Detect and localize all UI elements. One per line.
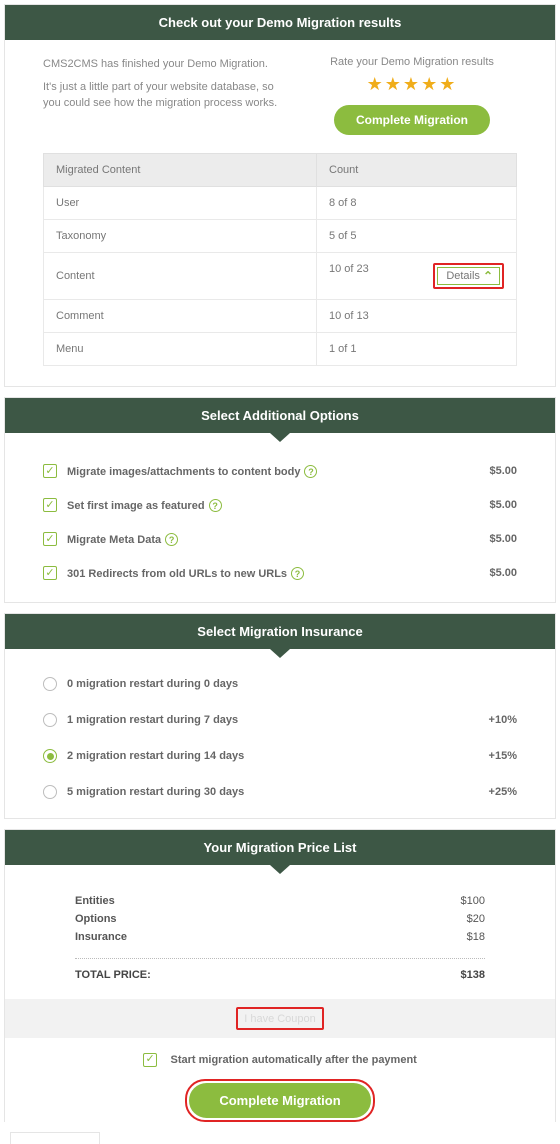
- table-row: Comment 10 of 13: [44, 300, 517, 333]
- price-row: Entities $100: [75, 892, 485, 910]
- options-header: Select Additional Options: [5, 398, 555, 433]
- details-toggle[interactable]: Details ⌃: [437, 267, 500, 285]
- coupon-highlight: I have Coupon: [236, 1007, 324, 1030]
- insurance-panel: Select Migration Insurance 0 migration r…: [4, 613, 556, 819]
- table-row: Content 10 of 23 Details ⌃: [44, 253, 517, 300]
- option-checkbox[interactable]: ✓: [43, 532, 57, 546]
- help-icon[interactable]: ?: [209, 499, 222, 512]
- insurance-radio[interactable]: [43, 713, 57, 727]
- rate-label: Rate your Demo Migration results: [307, 56, 517, 68]
- auto-start-checkbox[interactable]: ✓: [143, 1053, 157, 1067]
- results-description: CMS2CMS has finished your Demo Migration…: [43, 56, 287, 135]
- option-row: ✓ 301 Redirects from old URLs to new URL…: [43, 556, 517, 590]
- pricelist-panel: Your Migration Price List Entities $100 …: [4, 829, 556, 1122]
- coupon-bar: I have Coupon: [5, 999, 555, 1038]
- option-checkbox[interactable]: ✓: [43, 464, 57, 478]
- help-icon[interactable]: ?: [165, 533, 178, 546]
- help-icon[interactable]: ?: [291, 567, 304, 580]
- insurance-radio[interactable]: [43, 749, 57, 763]
- insurance-header: Select Migration Insurance: [5, 614, 555, 649]
- option-row: ✓ Set first image as featured? $5.00: [43, 488, 517, 522]
- complete-migration-top-button[interactable]: Complete Migration: [334, 105, 490, 135]
- option-checkbox[interactable]: ✓: [43, 566, 57, 580]
- options-panel: Select Additional Options ✓ Migrate imag…: [4, 397, 556, 603]
- insurance-row: 2 migration restart during 14 days +15%: [43, 738, 517, 774]
- rating-stars[interactable]: ★★★★★: [307, 74, 517, 95]
- pricelist-header: Your Migration Price List: [5, 830, 555, 865]
- tab-stub: [10, 1132, 100, 1144]
- table-row: User 8 of 8: [44, 187, 517, 220]
- migrated-table: Migrated Content Count User 8 of 8 Taxon…: [43, 153, 517, 366]
- coupon-link[interactable]: I have Coupon: [240, 1012, 320, 1026]
- col-content: Migrated Content: [44, 154, 317, 187]
- chevron-up-icon: ⌃: [483, 269, 493, 283]
- results-panel: Check out your Demo Migration results CM…: [4, 4, 556, 387]
- option-row: ✓ Migrate images/attachments to content …: [43, 454, 517, 488]
- insurance-row: 5 migration restart during 30 days +25%: [43, 774, 517, 810]
- price-row: Options $20: [75, 910, 485, 928]
- table-row: Taxonomy 5 of 5: [44, 220, 517, 253]
- col-count: Count: [317, 154, 517, 187]
- complete-migration-bottom-button[interactable]: Complete Migration: [189, 1083, 370, 1118]
- option-checkbox[interactable]: ✓: [43, 498, 57, 512]
- results-header: Check out your Demo Migration results: [5, 5, 555, 40]
- insurance-radio[interactable]: [43, 785, 57, 799]
- complete-highlight: Complete Migration: [185, 1079, 374, 1122]
- help-icon[interactable]: ?: [304, 465, 317, 478]
- price-row: Insurance $18: [75, 928, 485, 946]
- insurance-row: 1 migration restart during 7 days +10%: [43, 702, 517, 738]
- price-total: TOTAL PRICE: $138: [75, 969, 485, 981]
- option-row: ✓ Migrate Meta Data? $5.00: [43, 522, 517, 556]
- insurance-row: 0 migration restart during 0 days: [43, 666, 517, 702]
- auto-start-label: Start migration automatically after the …: [171, 1054, 417, 1066]
- details-highlight: Details ⌃: [433, 263, 504, 289]
- table-row: Menu 1 of 1: [44, 333, 517, 366]
- insurance-radio[interactable]: [43, 677, 57, 691]
